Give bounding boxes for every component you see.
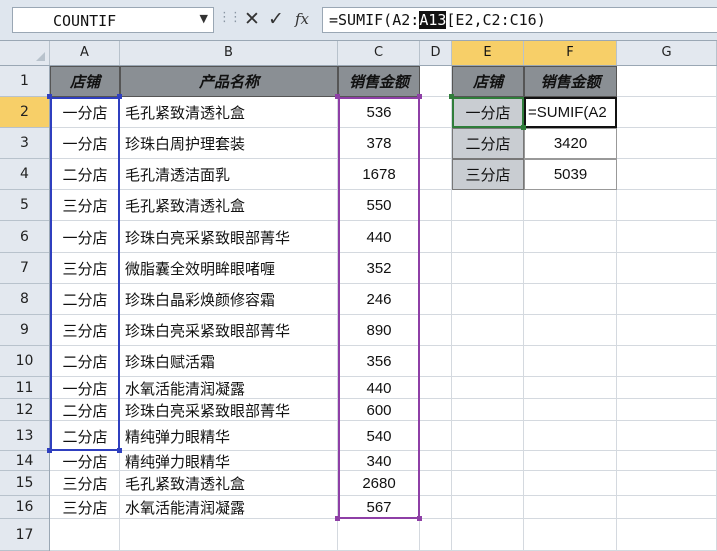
range-resize-handle[interactable] (449, 94, 454, 99)
insert-function-button[interactable]: fx (290, 6, 314, 32)
product-name-cell[interactable]: 精纯弹力眼精华 (120, 451, 338, 471)
row-header-6[interactable]: 6 (0, 221, 49, 253)
row-header-17[interactable]: 17 (0, 519, 49, 551)
column-header-c[interactable]: C (338, 41, 420, 65)
summary-header-store[interactable]: 店铺 (452, 66, 524, 97)
summary-store-cell[interactable]: 二分店 (452, 128, 524, 159)
row-header-3[interactable]: 3 (0, 128, 49, 159)
store-cell[interactable]: 三分店 (50, 471, 120, 496)
column-header-d[interactable]: D (420, 41, 452, 65)
range-resize-handle[interactable] (335, 516, 340, 521)
range-resize-handle[interactable] (47, 448, 52, 453)
chevron-down-icon[interactable]: ▼ (200, 12, 208, 25)
product-name-cell[interactable]: 毛孔紧致清透礼盒 (120, 471, 338, 496)
header-cell-a[interactable]: 店铺 (50, 66, 120, 97)
row-header-5[interactable]: 5 (0, 190, 49, 221)
range-resize-handle[interactable] (521, 125, 526, 130)
column-header-e[interactable]: E (452, 41, 524, 65)
column-header-a[interactable]: A (50, 41, 120, 65)
store-cell[interactable]: 三分店 (50, 496, 120, 519)
range-resize-handle[interactable] (417, 516, 422, 521)
product-name-cell[interactable]: 毛孔紧致清透礼盒 (120, 97, 338, 128)
range-highlight-sum (338, 97, 420, 519)
product-name-cell[interactable]: 水氧活能清润凝露 (120, 496, 338, 519)
cancel-icon[interactable]: ✕ (240, 6, 264, 32)
column-header-f[interactable]: F (524, 41, 617, 65)
name-box[interactable]: COUNTIF ▼ (12, 7, 214, 33)
formula-text-highlight: A13 (419, 11, 447, 29)
row-headers: 1 2 3 4 5 6 7 8 9 10 11 12 13 14 15 16 17 (0, 66, 50, 551)
row-header-8[interactable]: 8 (0, 284, 49, 315)
row-header-14[interactable]: 14 (0, 451, 49, 471)
row-header-2[interactable]: 2 (0, 97, 49, 128)
product-name-cell[interactable]: 珍珠白亮采紧致眼部菁华 (120, 399, 338, 421)
row-header-16[interactable]: 16 (0, 496, 49, 519)
select-all-icon (36, 52, 45, 61)
range-resize-handle[interactable] (117, 448, 122, 453)
product-name-cell[interactable]: 微脂囊全效明眸眼啫喱 (120, 253, 338, 284)
range-resize-handle[interactable] (47, 94, 52, 99)
row-header-12[interactable]: 12 (0, 399, 49, 421)
range-resize-handle[interactable] (117, 94, 122, 99)
row-header-4[interactable]: 4 (0, 159, 49, 190)
range-highlight-criterion (452, 97, 524, 128)
row-header-13[interactable]: 13 (0, 421, 49, 451)
name-box-value: COUNTIF (53, 12, 117, 30)
product-name-cell[interactable]: 珍珠白赋活霜 (120, 346, 338, 377)
summary-header-amount[interactable]: 销售金额 (524, 66, 617, 97)
enter-icon[interactable]: ✓ (264, 6, 288, 32)
header-cell-c[interactable]: 销售金额 (338, 66, 420, 97)
column-headers: ABCDEFG (0, 41, 717, 66)
range-resize-handle[interactable] (335, 94, 340, 99)
formula-bar: COUNTIF ▼ ⋮⋮ ✕ ✓ fx =SUMIF(A2:A13[E2,C2:… (0, 0, 717, 41)
worksheet-grid[interactable]: 店铺 产品名称 销售金额 一分店 毛孔紧致清透礼盒 536 一分店 珍珠白周护理套装 378 二分… (47, 66, 717, 551)
row-header-1[interactable]: 1 (0, 66, 49, 97)
row-header-11[interactable]: 11 (0, 377, 49, 399)
product-name-cell[interactable]: 珍珠白晶彩焕颜修容霜 (120, 284, 338, 315)
active-cell[interactable]: =SUMIF(A2 (524, 97, 617, 128)
column-header-b[interactable]: B (120, 41, 338, 65)
product-name-cell[interactable]: 珍珠白亮采紧致眼部菁华 (120, 315, 338, 346)
product-name-cell[interactable]: 水氧活能清润凝露 (120, 377, 338, 399)
product-name-cell[interactable]: 精纯弹力眼精华 (120, 421, 338, 451)
row-header-7[interactable]: 7 (0, 253, 49, 284)
store-cell[interactable]: 一分店 (50, 451, 120, 471)
column-header-g[interactable]: G (617, 41, 717, 65)
formula-input[interactable]: =SUMIF(A2:A13[E2,C2:C16) (322, 7, 717, 33)
product-name-cell[interactable]: 毛孔紧致清透礼盒 (120, 190, 338, 221)
row-header-10[interactable]: 10 (0, 346, 49, 377)
range-highlight-criteria (50, 97, 120, 451)
row-header-9[interactable]: 9 (0, 315, 49, 346)
product-name-cell[interactable]: 珍珠白亮采紧致眼部菁华 (120, 221, 338, 253)
summary-amount-cell[interactable]: 5039 (524, 159, 617, 190)
formula-text-pre: =SUMIF(A2: (329, 11, 420, 29)
formula-text-post: [E2,C2:C16) (446, 11, 546, 29)
product-name-cell[interactable]: 珍珠白周护理套装 (120, 128, 338, 159)
row-header-15[interactable]: 15 (0, 471, 49, 496)
select-all-button[interactable] (0, 41, 50, 65)
grip-icon[interactable]: ⋮⋮ (218, 10, 242, 30)
summary-amount-cell[interactable]: 3420 (524, 128, 617, 159)
summary-store-cell[interactable]: 三分店 (452, 159, 524, 190)
product-name-cell[interactable]: 毛孔清透洁面乳 (120, 159, 338, 190)
header-cell-b[interactable]: 产品名称 (120, 66, 338, 97)
range-resize-handle[interactable] (417, 94, 422, 99)
